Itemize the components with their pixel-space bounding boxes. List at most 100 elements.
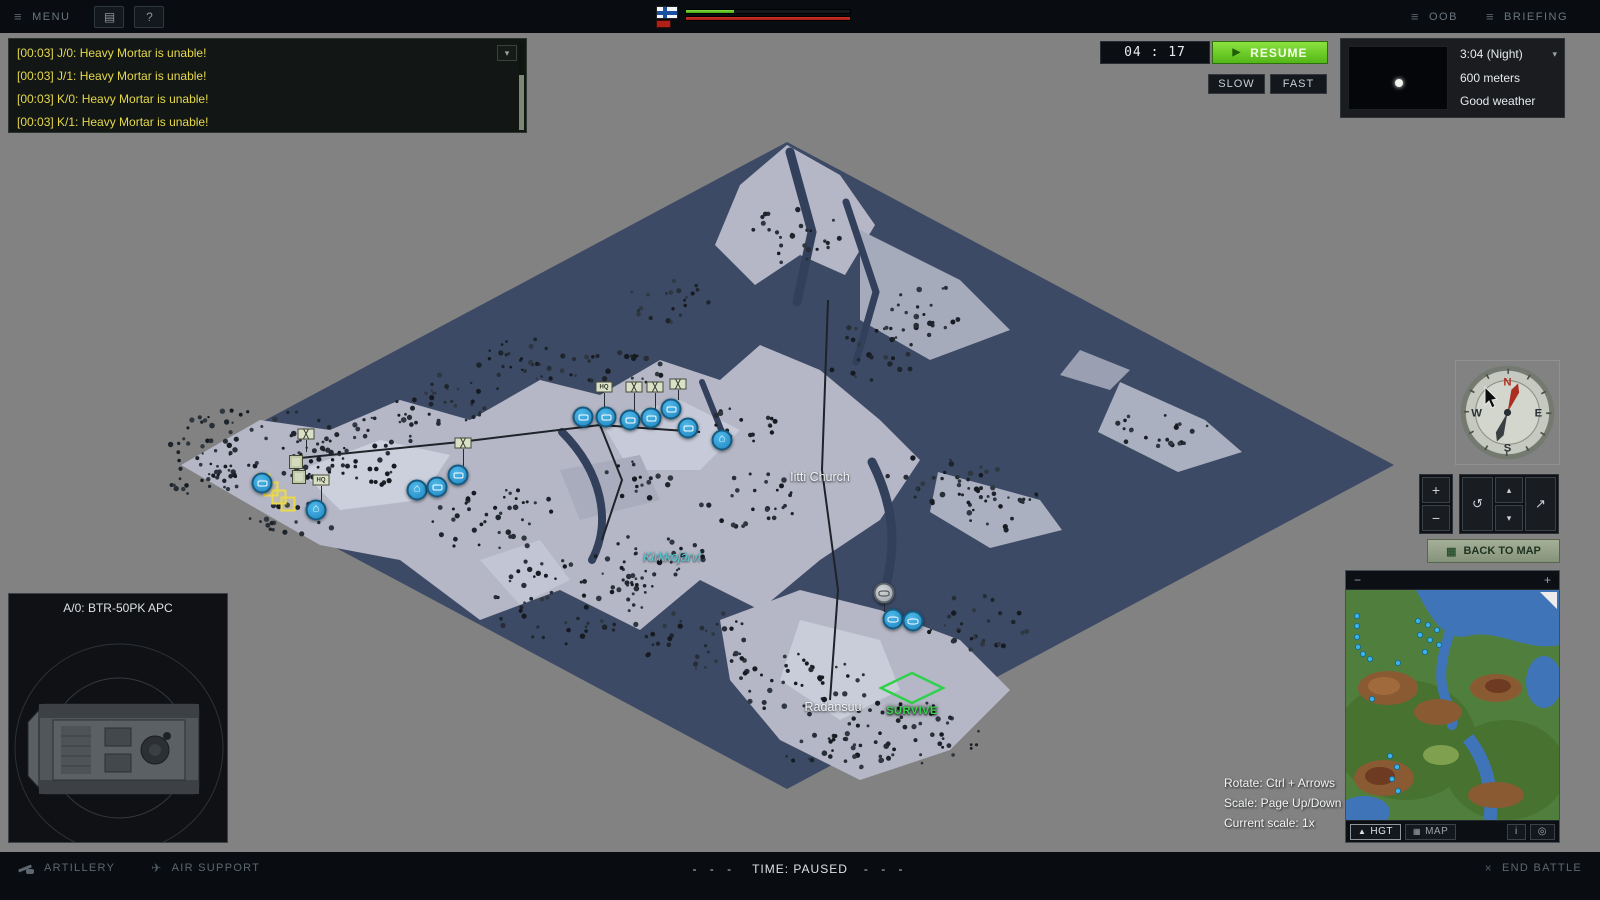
zoom-in-button[interactable]: + [1422, 477, 1450, 503]
artillery-button[interactable]: ARTILLERY [18, 858, 115, 878]
control-hints: Rotate: Ctrl + ArrowsScale: Page Up/Down… [1224, 776, 1341, 836]
time-status: - - - TIME: PAUSED - - - [692, 862, 907, 876]
map-label: MAP [1425, 826, 1448, 837]
moon-icon [1395, 79, 1403, 87]
menu-label: MENU [32, 11, 70, 23]
minimap-unit-dot [1425, 622, 1430, 627]
minimap-unit-dot [1434, 627, 1439, 632]
jump-button[interactable]: ↗ [1525, 477, 1556, 531]
hgt-label: HGT [1370, 826, 1393, 837]
mountain-icon: ▲ [1358, 827, 1366, 836]
resume-label: RESUME [1250, 46, 1307, 60]
minimap-view[interactable] [1346, 590, 1559, 820]
minimap-unit-dot [1354, 613, 1359, 618]
weather-value: Good weather [1460, 94, 1535, 108]
zoom-out-button[interactable]: − [1422, 505, 1450, 531]
selected-unit-title: A/0: BTR-50PK APC [9, 594, 227, 615]
level-up-button[interactable]: ▴ [1495, 477, 1523, 503]
minimap-unit-dot [1360, 651, 1365, 656]
back-to-map-label: BACK TO MAP [1463, 545, 1540, 557]
follow-button[interactable]: ◎ [1530, 824, 1555, 840]
hint-line: Scale: Page Up/Down [1224, 796, 1341, 810]
minimap-unit-dot [1427, 637, 1432, 642]
chevron-up-icon: ▴ [1507, 485, 1512, 496]
briefing-button[interactable]: ≡ BRIEFING [1472, 9, 1582, 24]
minimap-panel: − + ▲ HGT [1345, 570, 1560, 843]
target-icon: ◎ [1538, 826, 1547, 837]
log-message[interactable]: [00:03] J/0: Heavy Mortar is unable! [17, 42, 500, 65]
conditions-expand-button[interactable]: ▾ [1546, 49, 1557, 60]
clock-text: 04 : 17 [1124, 45, 1186, 60]
minimap-unit-dot [1417, 632, 1422, 637]
recenter-icon: ↺ [1472, 496, 1483, 512]
minimap-unit-dot [1394, 764, 1399, 769]
grid-icon: ▦ [1446, 545, 1456, 558]
minimap-unit-dot [1355, 644, 1360, 649]
scrollbar-thumb[interactable] [519, 75, 524, 130]
message-log-scrollbar[interactable] [519, 42, 524, 130]
friendly-strength-bar [685, 9, 851, 14]
zoom-controls: + − [1419, 474, 1453, 534]
hgt-button[interactable]: ▲ HGT [1350, 824, 1401, 840]
chevron-down-icon: ▾ [1507, 513, 1512, 524]
briefing-icon: ≡ [1486, 9, 1495, 24]
minimap-unit-dot [1354, 634, 1359, 639]
info-button[interactable]: i [1507, 824, 1526, 840]
objective-marker[interactable]: SURVIVE [877, 670, 947, 706]
artillery-label: ARTILLERY [44, 862, 115, 874]
dashes-right: - - - [864, 862, 908, 876]
log-message[interactable]: [00:03] K/1: Heavy Mortar is unable! [17, 111, 500, 134]
grid-icon: ▦ [1413, 827, 1421, 836]
hamburger-icon: ≡ [14, 9, 23, 24]
minimap-unit-dot [1389, 776, 1394, 781]
objective-label: SURVIVE [886, 705, 938, 717]
faction-flags [656, 6, 678, 28]
chevron-down-icon: ▾ [505, 48, 510, 59]
keyboard-icon: ▤ [104, 10, 115, 24]
bottom-bar: ARTILLERY ✈ AIR SUPPORT - - - TIME: PAUS… [0, 852, 1600, 900]
help-button[interactable]: ? [134, 6, 164, 28]
map-button[interactable]: ▦ MAP [1405, 824, 1456, 840]
recenter-button[interactable]: ↺ [1462, 477, 1493, 531]
air-support-button[interactable]: ✈ AIR SUPPORT [151, 858, 260, 878]
visibility-value: 600 meters [1460, 71, 1520, 85]
hint-line: Current scale: 1x [1224, 816, 1341, 830]
log-message[interactable]: [00:03] J/1: Heavy Mortar is unable! [17, 65, 500, 88]
message-log-collapse-button[interactable]: ▾ [497, 45, 517, 61]
back-to-map-button[interactable]: ▦ BACK TO MAP [1427, 539, 1560, 563]
menu-button[interactable]: ≡ MENU [0, 0, 84, 33]
level-down-button[interactable]: ▾ [1495, 505, 1523, 531]
log-message[interactable]: [00:03] K/0: Heavy Mortar is unable! [17, 88, 500, 111]
minimap-unit-dot [1387, 753, 1392, 758]
minimap-zoom-in[interactable]: + [1544, 573, 1551, 587]
conditions-panel: 3:04 (Night) ▾ 600 meters Good weather [1340, 38, 1565, 118]
briefing-label: BRIEFING [1504, 11, 1568, 23]
close-icon: × [1485, 861, 1493, 875]
game-screen: HQ╳╳╳╳╳HQ⌂⌂⌂ Iitti ChurchKirkkojärviRada… [0, 0, 1600, 900]
minimap-zoom-out[interactable]: − [1354, 573, 1361, 587]
resume-button[interactable]: ▶ RESUME [1212, 41, 1328, 64]
minimap-unit-dot [1436, 642, 1441, 647]
time-of-day: 3:04 (Night) [1460, 47, 1523, 61]
dashes-left: - - - [692, 862, 736, 876]
air-support-label: AIR SUPPORT [172, 862, 261, 874]
strength-bars [685, 6, 851, 21]
hotkeys-button[interactable]: ▤ [94, 6, 124, 28]
finland-flag-icon [656, 6, 678, 19]
oob-button[interactable]: ≡ OOB [1397, 9, 1472, 24]
fast-button[interactable]: FAST [1270, 74, 1327, 94]
top-bar: ≡ MENU ▤ ? ≡ OOB ≡ BRIEFI [0, 0, 1600, 33]
compass[interactable]: N E S W [1455, 360, 1560, 465]
end-battle-label: END BATTLE [1502, 862, 1582, 874]
oob-icon: ≡ [1411, 9, 1420, 24]
plane-icon: ✈ [151, 861, 162, 875]
info-icon: i [1515, 826, 1518, 837]
objective-diamond [881, 673, 943, 703]
compass-w: W [1471, 408, 1482, 420]
jump-icon: ↗ [1535, 496, 1546, 512]
end-battle-button[interactable]: × END BATTLE [1485, 858, 1582, 878]
enemy-flag-icon [656, 20, 671, 28]
minimap-unit-dot [1395, 788, 1400, 793]
message-log-list: [00:03] J/0: Heavy Mortar is unable![00:… [9, 39, 526, 134]
slow-button[interactable]: SLOW [1208, 74, 1265, 94]
